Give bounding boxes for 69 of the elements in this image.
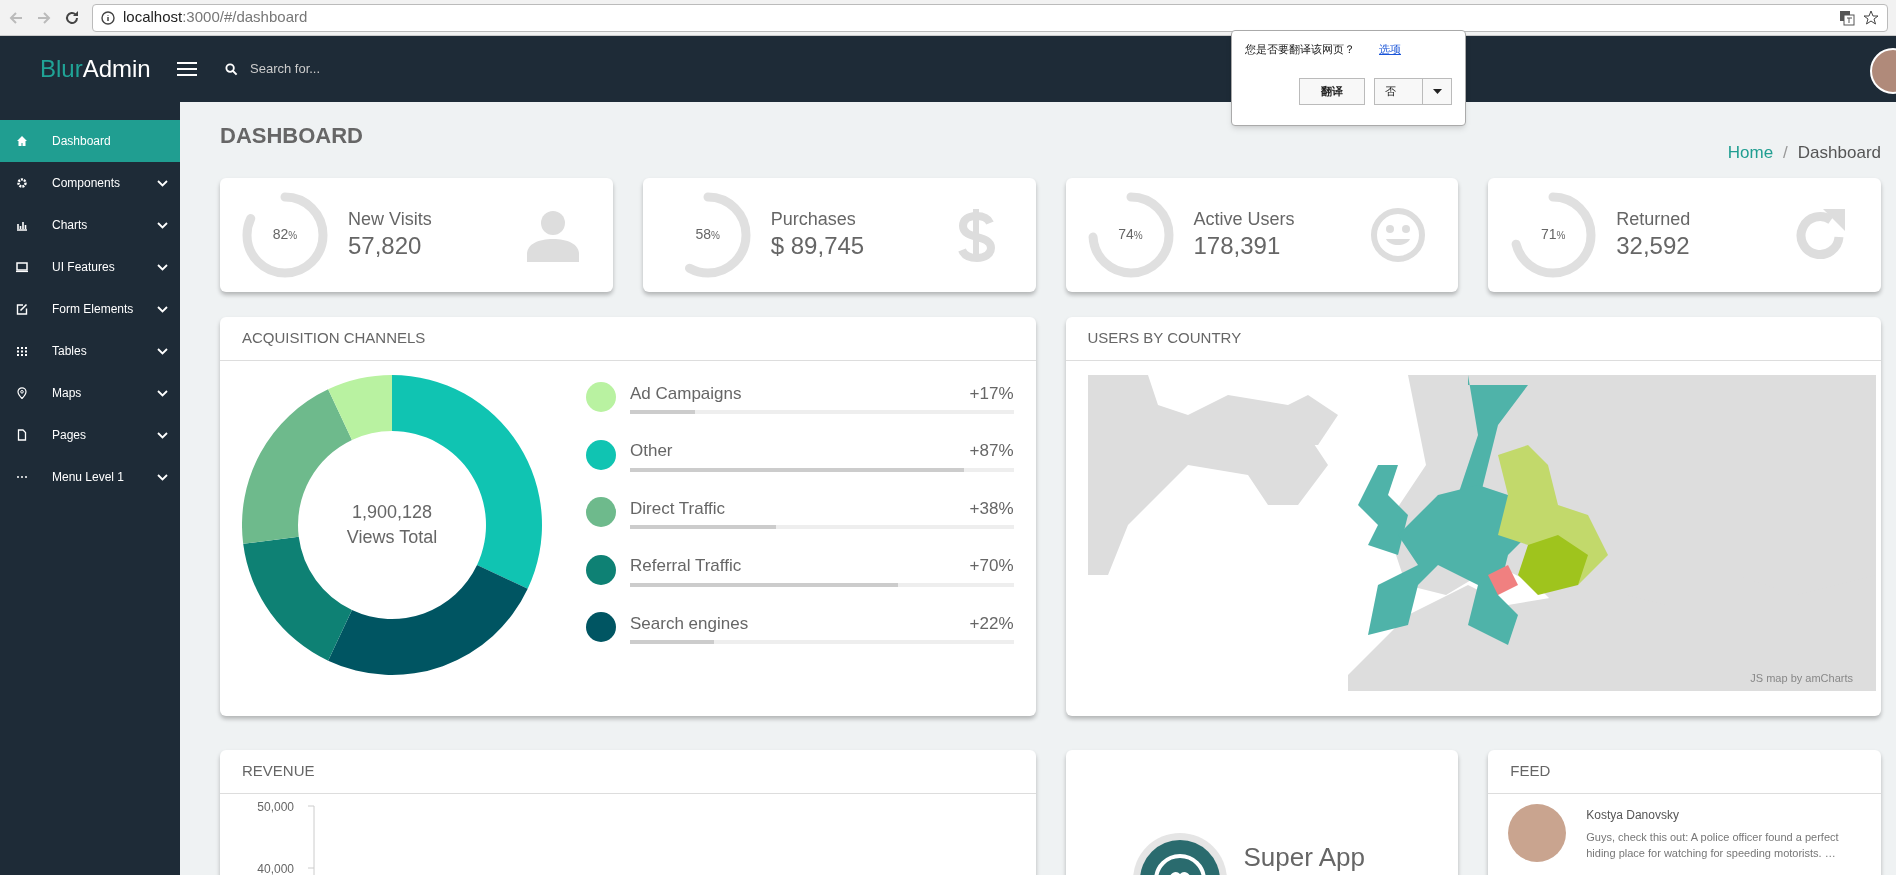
breadcrumb-current: Dashboard [1797,142,1881,164]
feed-author: Kostya Danovsky [1586,806,1680,824]
info-icon [101,10,115,25]
sidebar-item[interactable]: Maps [0,372,180,414]
stat-value: 57,820 [348,230,423,261]
stat-value: 32,592 [1616,230,1691,261]
total-value: 1,900,128 [351,500,433,524]
panel-title: REVENUE [242,760,315,781]
stat-label: Purchases [770,208,857,231]
channel-change: +87% [969,440,1014,462]
caret-icon [1432,88,1442,94]
channel-name: Search engines [630,612,749,635]
app-name: Super App [1243,843,1365,870]
panel-title: FEED [1510,760,1551,781]
sidebar-item[interactable]: Form Elements [0,288,180,330]
sidebar-item[interactable]: Charts [0,204,180,246]
channel-name: Direct Traffic [630,497,726,520]
stat-label: Returned [1616,208,1692,231]
axis-label: 40,000 [256,860,294,875]
logo[interactable]: BlurAdmin [40,51,175,87]
sidebar-item[interactable]: Pages [0,414,180,456]
map-credit: JS map by amCharts [1750,671,1853,686]
stat-value: 178,391 [1193,230,1282,261]
channel-change: +17% [969,382,1014,405]
stat-value: $ 89,745 [770,230,866,261]
edit-icon [16,303,28,315]
menu-icon[interactable] [177,61,197,77]
address-bar[interactable]: localhost:3000/#/dashboard [92,3,1888,32]
axis-label: 50,000 [256,798,294,816]
breadcrumb-separator: / [1783,142,1788,164]
percent-text: 74% [1118,225,1143,244]
sidebar-item[interactable]: Components [0,162,180,204]
search-icon [225,62,238,76]
page-title: DASHBOARD [220,122,363,150]
sidebar-item[interactable]: UI Features [0,246,180,288]
bar-chart-icon [16,219,28,231]
search-field[interactable]: Search for... [250,59,510,79]
channel-change: +38% [969,497,1014,520]
channel-name: Ad Campaigns [630,382,742,405]
percent-text: 71% [1541,225,1566,244]
file-icon [16,429,28,441]
url-text: localhost:3000/#/dashboard [123,7,308,28]
stat-label: New Visits [348,208,433,231]
panel-title: USERS BY COUNTRY [1087,327,1242,348]
grid-icon [16,345,28,357]
total-label: Views Total [346,525,438,549]
star-icon[interactable] [1863,9,1879,26]
sidebar-item[interactable]: Tables [0,330,180,372]
settings-icon [16,177,28,189]
translate-icon[interactable] [1839,9,1855,26]
sidebar-item[interactable]: Menu Level 1 [0,456,180,498]
channel-change: +70% [969,555,1014,577]
smiley-face-icon [1370,206,1427,263]
reload-icon[interactable] [64,9,80,26]
area-chart-drawing [307,805,315,875]
translate-question: 您是否要翻译该网页？ [1245,42,1355,57]
channel-change: +22% [969,612,1014,635]
percent-text: 82% [272,225,298,244]
percent-text: 58% [695,225,720,244]
channel-name: Referral Traffic [630,555,742,577]
options-link[interactable]: 选项 [1379,41,1401,58]
feed-text: Guys, check this out: A police officer found a perfect hiding place for watching for speeding motorists. … [1586,829,1840,861]
channel-name: Other [630,440,673,462]
translate-button[interactable]: 翻译 [1299,77,1365,105]
monitor-icon [16,261,28,273]
stat-label: Active Users [1193,208,1296,231]
panel-title: ACQUISITION CHANNELS [242,327,426,348]
home-icon [16,135,28,147]
map-pin-icon [16,387,28,399]
